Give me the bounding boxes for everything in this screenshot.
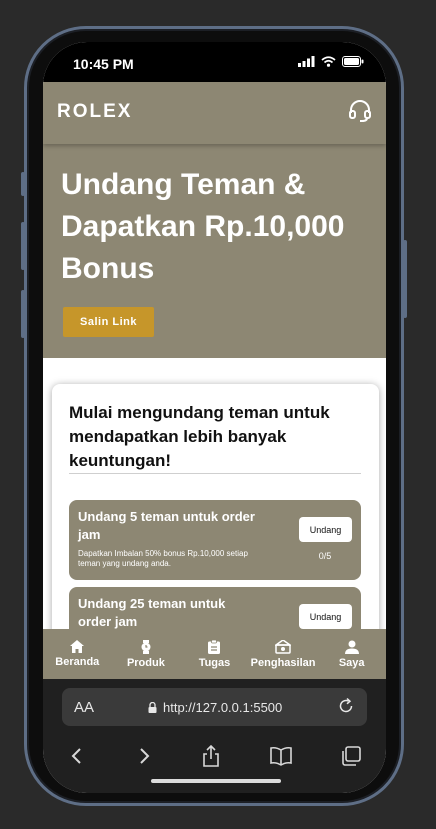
user-icon	[344, 640, 359, 654]
volume-up-button	[21, 222, 25, 270]
dynamic-island	[151, 42, 281, 72]
status-icons	[298, 56, 364, 67]
tab-tugas[interactable]: Tugas	[180, 629, 249, 679]
invite-button[interactable]: Undang	[299, 517, 352, 542]
bottom-tab-bar: Beranda Produk Tugas Penghasilan Saya	[43, 629, 386, 679]
watch-icon	[141, 639, 151, 654]
text-size-button[interactable]: AA	[74, 699, 94, 716]
tabs-icon[interactable]	[340, 745, 362, 767]
home-icon	[70, 640, 85, 653]
url-text: http://127.0.0.1:5500	[163, 700, 283, 715]
tab-penghasilan[interactable]: Penghasilan	[249, 629, 318, 679]
clipboard-icon	[208, 639, 221, 654]
copy-link-button[interactable]: Salin Link	[63, 307, 154, 337]
url-display[interactable]: http://127.0.0.1:5500	[148, 700, 282, 715]
task-description: Dapatkan Imbalan 50% bonus Rp.10,000 set…	[78, 549, 248, 568]
back-icon[interactable]	[67, 746, 87, 766]
browser-toolbar: AA http://127.0.0.1:5500	[43, 679, 386, 793]
hero-banner: Undang Teman & Dapatkan Rp.10,000 Bonus …	[43, 144, 386, 358]
tab-label: Saya	[338, 656, 365, 669]
invite-task: Undang 25 teman untuk order jam Undang	[69, 587, 361, 629]
brand-logo[interactable]: ROLEX	[57, 101, 132, 123]
headset-icon[interactable]	[348, 99, 372, 123]
share-icon[interactable]	[201, 745, 221, 767]
tab-saya[interactable]: Saya	[317, 629, 386, 679]
tab-label: Tugas	[198, 656, 231, 669]
invite-button[interactable]: Undang	[299, 604, 352, 629]
invite-card: Mulai mengundang teman untuk mendapatkan…	[52, 384, 379, 629]
bookmarks-icon[interactable]	[269, 746, 293, 766]
browser-nav	[43, 739, 386, 773]
power-button	[403, 240, 407, 318]
tab-produk[interactable]: Produk	[112, 629, 181, 679]
forward-icon[interactable]	[134, 746, 154, 766]
tab-label: Produk	[126, 656, 165, 669]
signal-icon	[298, 56, 315, 67]
address-bar[interactable]: AA http://127.0.0.1:5500	[62, 688, 367, 726]
content-area: Mulai mengundang teman untuk mendapatkan…	[43, 358, 386, 629]
card-heading: Mulai mengundang teman untuk mendapatkan…	[69, 403, 330, 470]
task-progress: 0/5	[318, 551, 332, 561]
lock-icon	[148, 702, 157, 713]
status-time: 10:45 PM	[73, 56, 134, 72]
home-indicator	[151, 779, 281, 783]
app-header: ROLEX	[43, 82, 386, 144]
silent-switch	[21, 172, 25, 196]
status-bar: 10:45 PM	[43, 42, 386, 82]
reload-icon[interactable]	[337, 697, 355, 715]
battery-icon	[342, 56, 364, 67]
divider	[69, 473, 361, 474]
invite-task: Undang 5 teman untuk order jam Dapatkan …	[69, 500, 361, 580]
hero-title: Undang Teman & Dapatkan Rp.10,000 Bonus	[61, 168, 345, 285]
volume-down-button	[21, 290, 25, 338]
tab-label: Beranda	[55, 656, 100, 668]
tab-label: Penghasilan	[250, 656, 316, 669]
money-icon	[275, 639, 292, 654]
task-title: Undang 25 teman untuk order jam	[78, 596, 226, 629]
task-title: Undang 5 teman untuk order jam	[78, 509, 255, 542]
screen: 10:45 PM ROLEX Undang Teman & Dapatkan R…	[43, 42, 386, 793]
wifi-icon	[321, 56, 336, 67]
tab-beranda[interactable]: Beranda	[43, 629, 112, 679]
